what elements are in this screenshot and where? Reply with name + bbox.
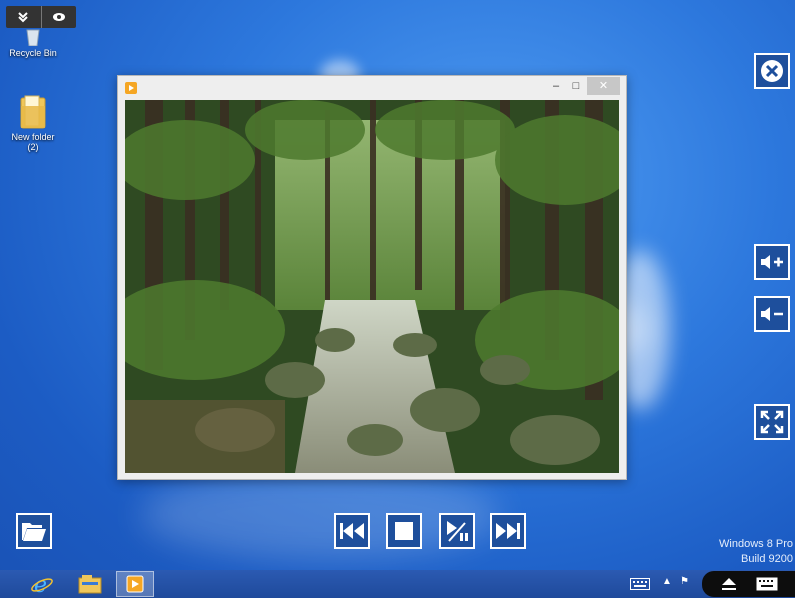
eject-icon [721,578,736,590]
keyboard-icon [756,577,777,591]
top-overlay-bar [6,6,76,28]
fullscreen-button[interactable] [754,404,790,440]
keyboard-icon [630,578,650,590]
player-window: – □ ✕ [117,75,627,480]
internet-explorer-icon: e [31,573,53,595]
touch-keyboard-panel[interactable] [702,571,795,597]
windows-watermark: Windows 8 Pro Build 9200 [690,538,793,565]
minimize-button[interactable]: – [548,77,564,95]
play-pause-button[interactable] [439,513,475,549]
show-hidden-icons[interactable]: ▲ [662,576,672,587]
recycle-bin-label: Recycle Bin [9,48,57,58]
taskbar-file-explorer[interactable] [72,571,108,597]
stop-button[interactable] [386,513,422,549]
new-folder-sub: (2) [27,142,39,152]
fullscreen-icon [760,410,784,434]
eye-icon[interactable] [40,6,77,28]
window-titlebar[interactable]: – □ ✕ [118,76,626,99]
next-icon [496,523,520,539]
maximize-button[interactable]: □ [568,77,584,95]
close-button[interactable]: ✕ [587,77,620,95]
forest-stream-photo [125,100,619,473]
keyboard-tray[interactable] [628,571,652,597]
desktop: Recycle Bin New folder (2) – □ ✕ Windows… [0,0,795,598]
open-folder-button[interactable] [16,513,52,549]
previous-button[interactable] [334,513,370,549]
new-folder-label: New folder [11,132,55,142]
volume-down-icon [761,307,783,321]
taskbar: e ▲ ⚑ [0,570,795,598]
volume-up-icon [761,255,783,269]
desktop-icon-new-folder[interactable]: New folder (2) [3,94,63,152]
volume-up-button[interactable] [754,244,790,280]
collapse-icon[interactable] [6,6,41,28]
watermark-line2: Build 9200 [741,553,793,565]
stop-icon [395,522,413,540]
play-pause-icon [447,521,468,542]
recycle-bin-icon [23,28,43,47]
folder-icon [18,94,48,130]
media-player-icon [126,575,144,593]
close-icon [761,60,783,82]
desktop-icon-recycle-bin[interactable]: Recycle Bin [3,28,63,58]
close-control-button[interactable] [754,53,790,89]
volume-down-button[interactable] [754,296,790,332]
flag-icon[interactable]: ⚑ [680,576,689,587]
open-folder-icon [22,523,46,541]
file-explorer-icon [78,575,102,594]
app-icon [125,82,137,94]
watermark-line1: Windows 8 Pro [719,538,793,550]
previous-icon [340,523,364,539]
taskbar-media-player[interactable] [116,571,154,597]
taskbar-internet-explorer[interactable]: e [24,571,60,597]
next-button[interactable] [490,513,526,549]
